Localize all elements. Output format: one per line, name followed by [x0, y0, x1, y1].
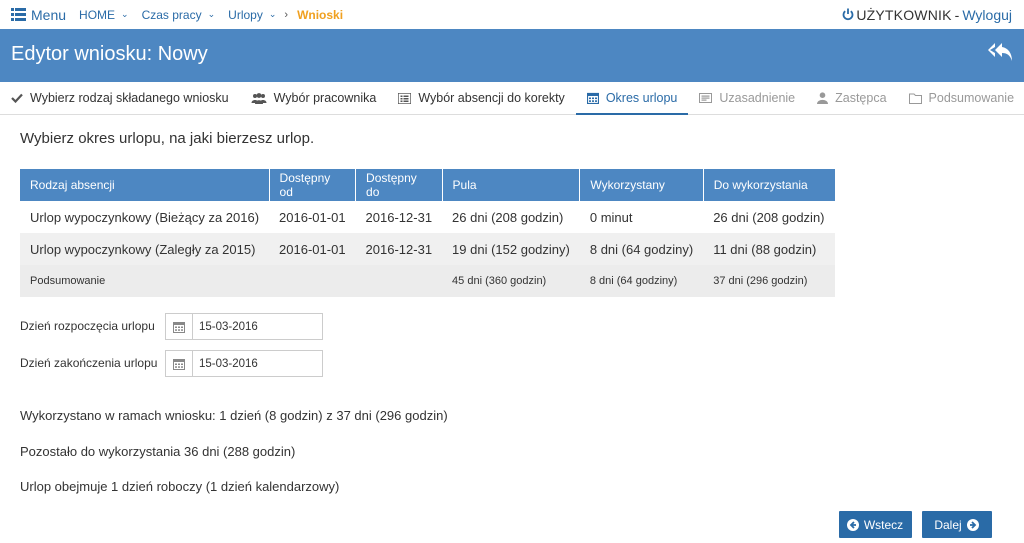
start-date-value: 15-03-2016 [199, 320, 258, 333]
user-icon [817, 92, 829, 104]
chevron-down-icon: ⌄ [268, 9, 277, 19]
tab-label: Uzasadnienie [719, 91, 796, 105]
chevron-right-icon: › [284, 8, 289, 21]
column-header: Wykorzystany [579, 169, 704, 201]
table-cell: 11 dni (88 godzin) [703, 233, 835, 265]
folder-icon [908, 93, 922, 104]
list-icon [11, 8, 26, 21]
calendar-icon [586, 92, 599, 104]
breadcrumb-label: Czas pracy [141, 7, 202, 22]
table-cell: 8 dni (64 godziny) [579, 265, 704, 297]
tab-label: Podsumowanie [928, 91, 1015, 105]
tab-label: Zastępca [835, 91, 887, 105]
working-days-info-text: Urlop obejmuje 1 dzień roboczy (1 dzień … [20, 479, 340, 494]
back-step-button[interactable]: Wstecz [839, 511, 912, 538]
end-date-field[interactable]: 15-03-2016 [165, 350, 323, 377]
list-icon [398, 92, 412, 104]
table-cell: 0 minut [589, 209, 633, 225]
end-date-label: Dzień zakończenia urlopu [20, 356, 158, 370]
breadcrumb-label: Wnioski [297, 7, 344, 22]
tab-podsumowanie: Podsumowanie [898, 82, 1024, 115]
text-icon [699, 93, 713, 103]
check-icon [11, 93, 23, 103]
column-header: Dostępny od [269, 169, 357, 201]
column-header: Rodzaj absencji [20, 169, 270, 201]
table-cell [269, 265, 356, 297]
end-date-value: 15-03-2016 [199, 357, 258, 370]
breadcrumb-czas-pracy[interactable]: Czas pracy ⌄ [142, 8, 216, 22]
user-separator: - [954, 6, 960, 23]
table-row: Urlop wypoczynkowy (Bieżący za 2016) 201… [20, 201, 835, 233]
calendar-icon[interactable] [166, 351, 193, 376]
table-cell: 2016-01-01 [269, 233, 356, 265]
table-cell: Podsumowanie [20, 265, 270, 297]
arrow-left-circle-icon [846, 518, 859, 531]
user-name: UŻYTKOWNIK [856, 6, 952, 23]
calendar-icon[interactable] [166, 314, 193, 339]
top-navigation: Menu HOME ⌄ Czas pracy ⌄ Urlopy ⌄ › Wnio… [0, 0, 1024, 29]
start-date-label: Dzień rozpoczęcia urlopu [20, 319, 155, 333]
table-cell: 19 dni (152 godziny) [442, 233, 580, 265]
table-cell: 2016-01-01 [279, 209, 346, 225]
tab-label: Wybierz rodzaj składanego wniosku [30, 91, 229, 105]
table-row: Urlop wypoczynkowy (Zaległy za 2015) 201… [20, 233, 835, 265]
reply-all-icon [988, 43, 1012, 61]
table-cell: 26 dni (208 godzin) [452, 209, 564, 225]
chevron-down-icon: ⌄ [121, 9, 129, 19]
tab-okres-urlopu[interactable]: Okres urlopu [575, 82, 689, 115]
remaining-info-text: Pozostało do wykorzystania 36 dni (288 g… [20, 444, 296, 459]
table-cell: Urlop wypoczynkowy (Zaległy za 2015) [20, 233, 270, 265]
used-info-text: Wykorzystano w ramach wniosku: 1 dzień (… [20, 408, 448, 423]
arrow-right-circle-icon [966, 518, 979, 531]
table-cell: 26 dni (208 godzin) [713, 209, 825, 225]
page-header: Edytor wniosku: Nowy [0, 29, 1024, 82]
table-cell: Urlop wypoczynkowy (Bieżący za 2016) [30, 209, 260, 225]
tab-label: Okres urlopu [605, 91, 678, 105]
tab-uzasadnienie: Uzasadnienie [688, 82, 806, 115]
table-cell: 37 dni (296 godzin) [703, 265, 835, 297]
column-header: Dostępny do [355, 169, 443, 201]
wizard-tabs: Wybierz rodzaj składanego wniosku Wybór … [0, 82, 1024, 115]
breadcrumb-home[interactable]: HOME ⌄ [79, 8, 129, 22]
users-icon [251, 92, 267, 104]
breadcrumb-label: Urlopy [228, 7, 263, 22]
summary-row: Podsumowanie 45 dni (360 godzin) 8 dni (… [20, 265, 835, 297]
logout-link[interactable]: Wyloguj [962, 7, 1012, 23]
tab-label: Wybór absencji do korekty [418, 91, 565, 105]
chevron-down-icon: ⌄ [207, 9, 216, 19]
breadcrumb-wnioski: Wnioski [297, 8, 343, 22]
column-header: Do wykorzystania [703, 169, 835, 201]
start-date-field[interactable]: 15-03-2016 [165, 313, 323, 340]
user-area: UŻYTKOWNIK - Wyloguj [842, 0, 1012, 29]
column-header: Pula [442, 169, 581, 201]
menu-button[interactable]: Menu [11, 7, 66, 23]
tab-wybor-pracownika[interactable]: Wybór pracownika [240, 82, 388, 115]
breadcrumb-label: HOME [79, 7, 116, 22]
back-button[interactable] [987, 41, 1013, 66]
tab-zastepca: Zastępca [806, 82, 897, 115]
instruction-text: Wybierz okres urlopu, na jaki bierzesz u… [20, 130, 315, 147]
breadcrumb-urlopy[interactable]: Urlopy ⌄ [228, 8, 276, 22]
tab-label: Wybór pracownika [273, 91, 377, 105]
tab-wybor-absencji[interactable]: Wybór absencji do korekty [387, 82, 575, 115]
table-cell: 45 dni (360 godzin) [442, 265, 580, 297]
page-title: Edytor wniosku: Nowy [11, 43, 208, 65]
next-step-button[interactable]: Dalej [922, 511, 992, 538]
next-step-label: Dalej [934, 517, 962, 532]
table-header-row: Rodzaj absencji Dostępny od Dostępny do … [20, 169, 835, 201]
table-cell: 2016-12-31 [355, 233, 443, 265]
power-icon [842, 8, 854, 21]
table-cell: 2016-12-31 [365, 209, 433, 225]
absence-table: Rodzaj absencji Dostępny od Dostępny do … [20, 169, 835, 297]
back-step-label: Wstecz [863, 517, 904, 532]
table-cell: 8 dni (64 godziny) [579, 233, 704, 265]
table-cell [355, 265, 443, 297]
tab-rodzaj-wniosku[interactable]: Wybierz rodzaj składanego wniosku [0, 82, 240, 115]
menu-label: Menu [31, 6, 67, 23]
